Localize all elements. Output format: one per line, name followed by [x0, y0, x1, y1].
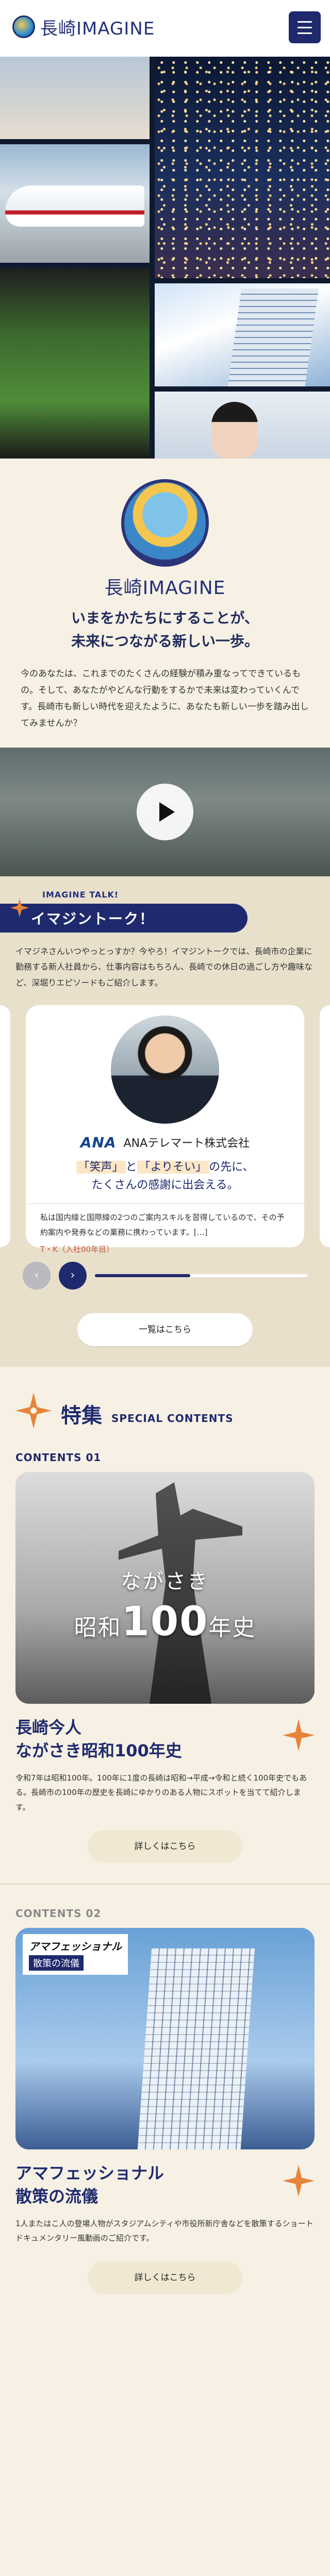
compass-icon: [283, 1719, 315, 1751]
item-title-line1: 長崎今人: [15, 1717, 82, 1737]
talk-description: イマジネさんいつやっとっすか？今やろ！イマジントークでは、長崎市の企業に勤務する…: [15, 946, 313, 988]
site-header: 長崎IMAGINE: [0, 0, 330, 57]
card-catch-quote2: 「よりそい」: [137, 1160, 209, 1174]
talk-title-bar: イマジントーク！: [0, 898, 248, 933]
slider-progress-fill: [95, 1274, 191, 1277]
hamburger-line: [298, 32, 312, 34]
hero-number: 100: [121, 1598, 209, 1645]
card-catchcopy: 「笑声」と「よりそい」 の先に、 たくさんの感謝に出会える。: [40, 1158, 290, 1194]
train-shape: [5, 185, 144, 227]
card-catch-tail: の先に、: [209, 1160, 254, 1174]
item-title-line1: アマフェッショナル: [15, 2163, 164, 2183]
slider-progress-track: [95, 1274, 307, 1277]
item-description: 1人またはこ人の登場人物がスタジアムシティや市役所新庁舎などを散策するショートド…: [15, 2218, 314, 2243]
item-description: 令和7年は昭和100年。100年に1度の長崎は昭和→平成→令和と続く100年史で…: [15, 1773, 307, 1812]
slider-next-button[interactable]: ›: [59, 1261, 87, 1290]
compass-icon: [15, 1392, 52, 1429]
hero-text-line2: 昭和100年史: [15, 1599, 315, 1645]
card-catch-line2: たくさんの感謝に出会える。: [91, 1179, 239, 1192]
intro-catch-line2: 未来につながる新しい一歩。: [71, 632, 259, 650]
imagine-talk-section: IMAGINE TALK! イマジントーク！ イマジネさんいつやっとっすか？今や…: [0, 876, 330, 1367]
collage-photo-train: [0, 144, 150, 263]
contents-01-image[interactable]: ながさき 昭和100年史: [15, 1471, 315, 1704]
contents-label: CONTENTS 01: [15, 1451, 102, 1464]
card-author: T・K（入社00年目）: [40, 1245, 114, 1255]
card-catch-mid: と: [125, 1160, 137, 1174]
contents-01-image-text: ながさき 昭和100年史: [15, 1565, 315, 1645]
contents-label: CONTENTS 02: [15, 1907, 102, 1920]
staff-portrait: [211, 402, 258, 459]
talk-card[interactable]: ANA ANAテレマート株式会社 「笑声」と「よりそい」 の先に、 たくさんの感謝…: [26, 1005, 304, 1254]
intro-catchcopy: いまをかたちにすることが、 未来につながる新しい一歩。: [21, 607, 309, 653]
interviewee-portrait: [111, 1015, 219, 1124]
company-name: ANAテレマート株式会社: [123, 1137, 250, 1150]
video-play-button[interactable]: [137, 783, 193, 840]
feature-heading: 特集 SPECIAL CONTENTS: [0, 1392, 330, 1429]
card-body: 私は国内線と国際線の2つのご案内スキルを習得しているので、その予約案内や発券など…: [40, 1213, 285, 1237]
bottom-spacer: [0, 2294, 330, 2315]
amafessional-badge: アマフェッショナル 散策の流儀: [23, 1934, 128, 1975]
compass-icon: [10, 898, 29, 917]
intro-catch-line1: いまをかたちにすることが、: [71, 609, 259, 626]
hamburger-line: [298, 26, 312, 28]
talk-list-button[interactable]: 一覧はこちら: [77, 1313, 253, 1346]
hamburger-menu-button[interactable]: [289, 11, 321, 43]
badge-line1: アマフェッショナル: [29, 1940, 122, 1953]
logo-text: 長崎IMAGINE: [40, 18, 155, 39]
badge-line2: 散策の流儀: [29, 1955, 84, 1971]
intro-section: 長崎IMAGINE いまをかたちにすることが、 未来につながる新しい一歩。 今の…: [0, 459, 330, 748]
compass-icon: [283, 2165, 315, 2197]
promo-video[interactable]: [0, 747, 330, 876]
talk-kicker: IMAGINE TALK!: [42, 889, 119, 900]
chevron-right-icon: ›: [70, 1269, 75, 1282]
hero-collage: [0, 57, 330, 459]
prev-card-peek[interactable]: [0, 1005, 10, 1247]
building-shape: [222, 289, 319, 386]
item-title-row: アマフェッショナル 散策の流儀: [15, 2162, 315, 2208]
chevron-left-icon: ‹: [34, 1269, 39, 1282]
hero-text-line1: ながさき: [121, 1569, 209, 1594]
hero-era: 昭和: [74, 1614, 122, 1641]
collage-photo-stadium: [0, 268, 150, 459]
next-card-peek[interactable]: [320, 1005, 330, 1247]
feature-item: CONTENTS 02 アマフェッショナル 散策の流儀 アマフェッショナル 散策…: [0, 1885, 330, 2294]
company-row: ANA ANAテレマート株式会社: [40, 1134, 290, 1151]
detail-button[interactable]: 詳しくはこちら: [88, 2261, 242, 2294]
feature-title: 特集: [61, 1403, 102, 1428]
site-logo[interactable]: 長崎IMAGINE: [9, 11, 165, 42]
logo-emblem-icon: [12, 15, 35, 38]
item-title: 長崎今人 ながさき昭和100年史: [15, 1716, 182, 1762]
item-title: アマフェッショナル 散策の流儀: [15, 2162, 164, 2208]
intro-logo-text: 長崎IMAGINE: [104, 578, 226, 599]
item-title-row: 長崎今人 ながさき昭和100年史: [15, 1716, 315, 1762]
collage-photo-staff: [155, 392, 330, 459]
detail-button[interactable]: 詳しくはこちら: [88, 1830, 242, 1863]
hero-suffix: 年史: [208, 1614, 256, 1641]
feature-subtitle: SPECIAL CONTENTS: [111, 1412, 234, 1425]
collage-photo-people: [0, 57, 150, 139]
talk-slider[interactable]: ANA ANAテレマート株式会社 「笑声」と「よりそい」 の先に、 たくさんの感謝…: [0, 1005, 330, 1254]
ana-logo: ANA: [80, 1133, 117, 1151]
intro-body: 今のあなたは、これまでのたくさんの経験が積み重なってできているもの。そして、あな…: [21, 668, 309, 729]
collage-photo-night-view: [155, 57, 330, 278]
item-title-line2: 散策の流儀: [15, 2186, 98, 2206]
slider-prev-button[interactable]: ‹: [23, 1261, 51, 1290]
card-catch-quote1: 「笑声」: [76, 1160, 126, 1174]
collage-photo-building: [155, 283, 330, 386]
special-contents-section: 特集 SPECIAL CONTENTS CONTENTS 01 ながさき 昭和1…: [0, 1366, 330, 2335]
hamburger-icon: [298, 21, 312, 23]
nagasaki-imagine-emblem-icon: [121, 479, 209, 567]
tower-building-shape: [137, 1948, 255, 2150]
feature-item: CONTENTS 01 ながさき 昭和100年史 長崎今人 ながさき昭和100年…: [0, 1429, 330, 1863]
contents-02-image[interactable]: アマフェッショナル 散策の流儀: [15, 1928, 315, 2150]
talk-title: イマジントーク！: [31, 910, 155, 927]
play-icon: [159, 802, 175, 822]
item-title-line2: ながさき昭和100年史: [15, 1740, 182, 1760]
